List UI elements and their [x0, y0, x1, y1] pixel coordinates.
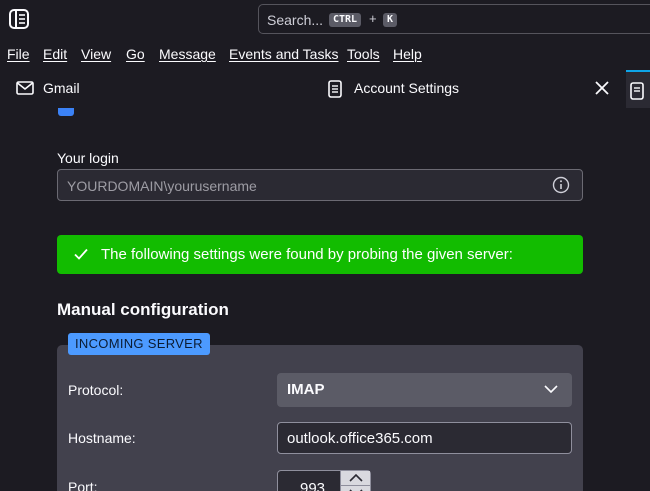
chevron-down-icon [544, 385, 558, 394]
port-label: Port: [68, 479, 98, 491]
shortcut-plus: + [369, 11, 377, 26]
menu-file[interactable]: File [7, 46, 30, 62]
login-label: Your login [57, 150, 119, 166]
search-box[interactable]: Search... CTRL + K [258, 4, 650, 34]
app-menu-icon[interactable] [8, 8, 30, 30]
protocol-value: IMAP [287, 381, 325, 398]
mail-icon [16, 81, 34, 95]
search-placeholder: Search... [267, 12, 324, 28]
port-decrement-button[interactable] [340, 486, 370, 491]
remember-password-checkbox[interactable] [58, 108, 74, 116]
settings-page-icon [328, 80, 342, 98]
info-icon[interactable] [552, 176, 570, 194]
menu-edit[interactable]: Edit [43, 46, 67, 62]
menu-view[interactable]: View [81, 46, 111, 62]
port-value: 993 [300, 480, 326, 491]
shortcut-key-ctrl: CTRL [329, 13, 362, 27]
menu-go[interactable]: Go [126, 46, 145, 62]
protocol-label: Protocol: [68, 382, 124, 398]
menu-tools[interactable]: Tools [347, 46, 380, 62]
tab-overflow[interactable] [626, 70, 650, 108]
tab-bar: Gmail Account Settings [0, 68, 650, 108]
port-increment-button[interactable] [340, 471, 370, 486]
tab-account-settings-label: Account Settings [354, 80, 460, 96]
account-setup-content: Your login YOURDOMAIN\yourusername The f… [0, 108, 650, 491]
manual-configuration-heading: Manual configuration [57, 300, 229, 319]
shortcut-key-k: K [383, 13, 398, 27]
checkmark-icon [74, 248, 88, 260]
menu-events-and-tasks[interactable]: Events and Tasks [229, 46, 338, 62]
settings-page-icon [630, 82, 644, 100]
menu-help[interactable]: Help [393, 46, 422, 62]
protocol-select[interactable]: IMAP [277, 373, 572, 407]
success-message: The following settings were found by pro… [101, 246, 513, 263]
hostname-value: outlook.office365.com [287, 430, 433, 447]
hostname-label: Hostname: [68, 430, 136, 446]
login-placeholder: YOURDOMAIN\yourusername [67, 178, 257, 194]
tab-account-settings[interactable]: Account Settings [312, 68, 624, 108]
tab-gmail[interactable]: Gmail [0, 68, 310, 108]
hostname-input[interactable]: outlook.office365.com [277, 422, 572, 454]
title-bar: Search... CTRL + K [0, 0, 650, 40]
login-input[interactable]: YOURDOMAIN\yourusername [57, 169, 583, 201]
spin-up-icon [349, 474, 363, 482]
close-icon[interactable] [594, 80, 610, 96]
incoming-server-badge: INCOMING SERVER [68, 333, 210, 355]
menu-bar: File Edit View Go Message Events and Tas… [0, 40, 650, 68]
menu-message[interactable]: Message [159, 46, 216, 62]
port-input[interactable]: 993 [277, 470, 371, 491]
success-banner: The following settings were found by pro… [57, 235, 583, 274]
tab-gmail-label: Gmail [43, 80, 80, 96]
